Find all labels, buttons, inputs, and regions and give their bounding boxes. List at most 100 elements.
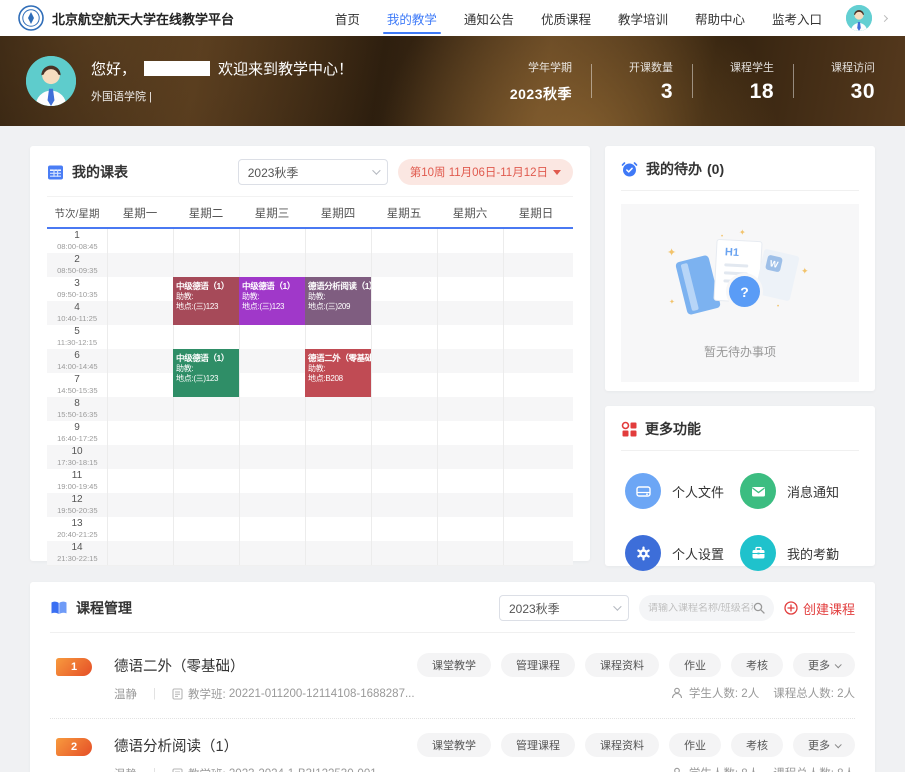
nav-item-proctor-entry[interactable]: 监考入口 [772, 0, 822, 38]
week-selector[interactable]: 第10周 11月06日-11月12日 [398, 159, 573, 185]
course-search[interactable] [639, 595, 774, 621]
question-mark-graphic: ? [729, 276, 760, 307]
teacher-name: 温静 [114, 686, 137, 702]
course-block-tue-6-7[interactable]: 中级德语（1）助教:地点:(三)123 [173, 349, 239, 397]
timetable-header-row: 节次/星期 星期一 星期二 星期三 星期四 星期五 星期六 星期日 [47, 199, 573, 229]
personal-files-item[interactable]: 个人文件 [625, 473, 740, 509]
nav-item-announcements[interactable]: 通知公告 [464, 0, 514, 38]
homework-button[interactable]: 作业 [669, 733, 721, 757]
course-title[interactable]: 德语分析阅读（1） [114, 735, 377, 756]
more-button[interactable]: 更多 [793, 653, 855, 677]
course-block-thu-6-7[interactable]: 德语二外（零基础）助教:地点:B208 [305, 349, 371, 397]
total-count: 课程总人数: 2人 [773, 685, 855, 701]
nav-item-quality-courses[interactable]: 优质课程 [541, 0, 591, 38]
welcome-banner: 您好， 欢迎来到教学中心！ 外国语学院 | 学年学期 2023秋季 开课数量 3… [0, 36, 905, 126]
banner-avatar [26, 56, 76, 106]
manage-course-button[interactable]: 管理课程 [501, 653, 575, 677]
person-icon [671, 687, 683, 699]
period-row: 511:30-12:15 [47, 325, 573, 349]
my-attendance-item[interactable]: 我的考勤 [740, 535, 855, 571]
class-label: 教学班: [188, 686, 226, 702]
nav-item-help-center[interactable]: 帮助中心 [695, 0, 745, 38]
assessment-button[interactable]: 考核 [731, 653, 783, 677]
personal-settings-item[interactable]: 个人设置 [625, 535, 740, 571]
course-list: 1 德语二外（零基础） 温静 | 教学班: 20221-011200-12114… [50, 639, 855, 772]
more-functions-card: 更多功能 个人文件 消息通知 [605, 406, 875, 566]
period-row: 916:40-17:25 [47, 421, 573, 445]
manage-course-button[interactable]: 管理课程 [501, 733, 575, 757]
class-doc-icon [172, 688, 183, 700]
banner-stats: 学年学期 2023秋季 开课数量 3 课程学生 18 课程访问 30 [510, 59, 879, 104]
stat-divider [591, 64, 592, 98]
students-count: 学生人数: 2人 [689, 685, 759, 701]
period-row: 1219:50-20:35 [47, 493, 573, 517]
timetable-icon [47, 164, 64, 181]
course-block-wed-3-4[interactable]: 中级德语（1）助教:地点:(三)123 [239, 277, 305, 325]
empty-text: 暂无待办事项 [704, 343, 776, 360]
todo-title: 我的待办 [646, 159, 702, 179]
period-row: 815:50-16:35 [47, 397, 573, 421]
classroom-teaching-button[interactable]: 课堂教学 [417, 733, 491, 757]
meta-divider: | [153, 768, 156, 772]
stat-term: 学年学期 2023秋季 [510, 59, 572, 104]
class-doc-icon [172, 768, 183, 772]
university-logo-icon [18, 5, 44, 31]
search-icon[interactable] [753, 602, 765, 614]
chevron-down-icon [835, 661, 842, 668]
stat-course-count: 开课数量 3 [611, 59, 673, 104]
more-button[interactable]: 更多 [793, 733, 855, 757]
period-row: 208:50-09:35 [47, 253, 573, 277]
period-row: 108:00-08:45 [47, 229, 573, 253]
user-avatar[interactable] [846, 5, 872, 31]
period-row: 1017:30-18:15 [47, 445, 573, 469]
class-label: 教学班: [188, 766, 226, 772]
empty-illustration: ✦ ✦ ✦ ✦ • • H1 W ? [665, 232, 815, 332]
course-term-select[interactable]: 2023秋季 [499, 595, 629, 621]
nav-item-home[interactable]: 首页 [335, 0, 360, 38]
stat-visits: 课程访问 30 [813, 59, 875, 104]
course-counts: 学生人数: 2人 课程总人数: 2人 [671, 685, 855, 701]
stat-divider [793, 64, 794, 98]
class-code: 20221-011200-12114108-1688287... [229, 688, 415, 700]
course-title[interactable]: 德语二外（零基础） [114, 655, 415, 676]
redacted-username [144, 61, 210, 76]
meta-divider: | [153, 688, 156, 700]
classroom-teaching-button[interactable]: 课堂教学 [417, 653, 491, 677]
course-search-input[interactable] [648, 603, 753, 614]
students-count: 学生人数: 8人 [689, 765, 759, 772]
grid-icon [621, 421, 637, 437]
brand: 北京航空航天大学在线教学平台 [18, 5, 234, 31]
nav-item-my-teaching[interactable]: 我的教学 [387, 0, 437, 38]
class-code: 2023-2024-1-B3I122530-001 [229, 768, 377, 772]
course-materials-button[interactable]: 课程资料 [585, 653, 659, 677]
plus-circle-icon [784, 601, 798, 615]
more-functions-grid: 个人文件 消息通知 个人设置 [621, 473, 859, 571]
book-icon [50, 600, 68, 616]
todo-card: 我的待办 (0) ✦ ✦ ✦ ✦ • • H1 W [605, 146, 875, 391]
greeting: 您好， 欢迎来到教学中心！ 外国语学院 | [91, 58, 353, 104]
stat-divider [692, 64, 693, 98]
todo-empty-state: ✦ ✦ ✦ ✦ • • H1 W ? 暂无待办事项 [621, 204, 859, 382]
nav-dropdown-caret-icon[interactable] [881, 14, 888, 21]
mail-icon [740, 473, 776, 509]
stat-students: 课程学生 18 [712, 59, 774, 104]
greeting-suffix: 欢迎来到教学中心！ [218, 58, 353, 79]
period-row: 1421:30-22:15 [47, 541, 573, 565]
timetable-term-select[interactable]: 2023秋季 [238, 159, 388, 185]
course-block-tue-3-4[interactable]: 中级德语（1）助教:地点:(三)123 [173, 277, 239, 325]
todo-count: (0) [707, 161, 724, 177]
caret-down-icon [553, 170, 561, 175]
course-actions: 课堂教学 管理课程 课程资料 作业 考核 更多 [417, 653, 855, 677]
create-course-button[interactable]: 创建课程 [784, 599, 855, 618]
timetable-grid: 108:00-08:45 208:50-09:35 309:50-10:35 4… [47, 229, 573, 566]
period-row: 1320:40-21:25 [47, 517, 573, 541]
nav-item-training[interactable]: 教学培训 [618, 0, 668, 38]
timetable-card: 我的课表 2023秋季 第10周 11月06日-11月12日 节次/星期 星期一… [30, 146, 590, 561]
assessment-button[interactable]: 考核 [731, 733, 783, 757]
course-index-badge: 2 [56, 738, 92, 756]
course-block-thu-3-4[interactable]: 德语分析阅读（1）助教:地点:(三)209 [305, 277, 371, 325]
message-notify-item[interactable]: 消息通知 [740, 473, 855, 509]
homework-button[interactable]: 作业 [669, 653, 721, 677]
course-materials-button[interactable]: 课程资料 [585, 733, 659, 757]
chevron-down-icon [835, 741, 842, 748]
